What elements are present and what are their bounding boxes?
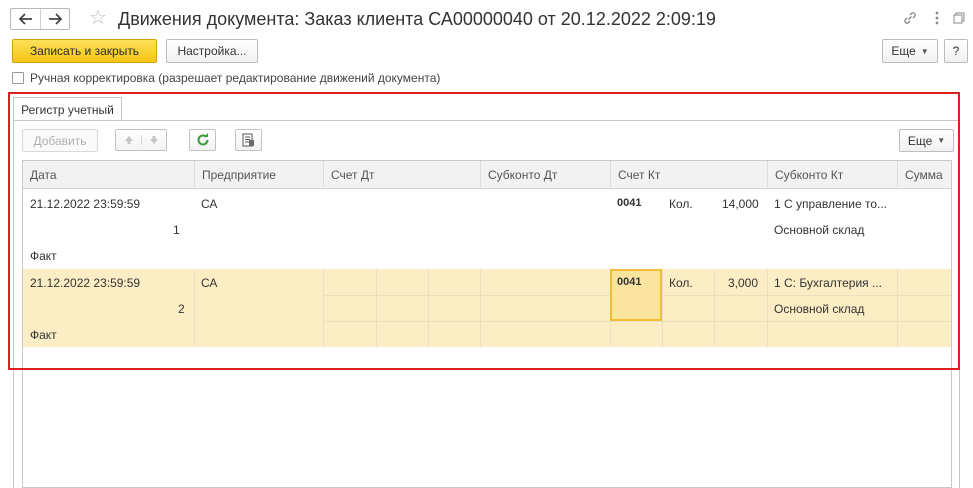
row-divider: [323, 321, 951, 322]
table-row[interactable]: 21.12.2022 23:59:59 1 Факт СА 0041 Кол. …: [23, 190, 951, 268]
row-divider: [767, 269, 768, 347]
row-subconto-kt-1: 1 С: Бухгалтерия ...: [774, 276, 882, 290]
register-more-label: Еще: [907, 133, 933, 148]
row-line-number: 1: [173, 223, 180, 237]
row-account-kt: 0041: [617, 197, 642, 209]
move-up-button[interactable]: [116, 135, 141, 145]
arrow-down-icon: [150, 136, 158, 144]
row-subconto-kt-2: Основной склад: [774, 302, 865, 316]
tab-divider: [13, 120, 960, 121]
col-account-kt[interactable]: Счет Кт: [610, 161, 767, 189]
link-icon[interactable]: [901, 9, 919, 27]
row-divider: [428, 269, 429, 347]
move-buttons: [115, 129, 167, 151]
row-qty: 14,000: [722, 197, 759, 211]
title-bar: ☆ Движения документа: Заказ клиента СА00…: [0, 0, 973, 36]
row-line-number: 2: [178, 302, 185, 316]
restore-icon[interactable]: [950, 9, 968, 27]
document-list-icon: [242, 133, 254, 147]
more-button[interactable]: Еще ▼: [882, 39, 938, 63]
manual-edit-row: Ручная корректировка (разрешает редактир…: [12, 71, 440, 85]
row-divider: [323, 269, 324, 347]
settings-button[interactable]: Настройка...: [166, 39, 258, 63]
row-enterprise: СА: [201, 197, 218, 211]
row-divider: [897, 269, 898, 347]
tab-register[interactable]: Регистр учетный: [13, 97, 122, 121]
row-divider: [376, 269, 377, 347]
col-amount[interactable]: Сумма: [897, 161, 951, 189]
row-subconto-kt-2: Основной склад: [774, 223, 865, 237]
chevron-down-icon: ▼: [937, 136, 946, 145]
col-subconto-kt[interactable]: Субконто Кт: [767, 161, 897, 189]
manual-edit-label[interactable]: Ручная корректировка (разрешает редактир…: [30, 71, 440, 85]
row-qty-label: Кол.: [669, 276, 693, 290]
refresh-icon: [197, 133, 208, 146]
window-title: Движения документа: Заказ клиента СА0000…: [118, 9, 716, 29]
row-qty-label: Кол.: [669, 197, 693, 211]
save-and-close-button[interactable]: Записать и закрыть: [12, 39, 157, 63]
register-table: Дата Предприятие Счет Дт Субконто Дт Сче…: [22, 160, 952, 488]
row-divider: [714, 269, 715, 347]
arrow-left-icon: [18, 13, 32, 25]
move-down-button[interactable]: [141, 135, 166, 145]
col-subconto-dt[interactable]: Субконто Дт: [480, 161, 610, 189]
chevron-down-icon: ▼: [920, 46, 929, 56]
star-icon[interactable]: ☆: [89, 7, 107, 29]
help-button[interactable]: ?: [944, 39, 968, 63]
row-enterprise: СА: [201, 276, 218, 290]
row-divider: [662, 269, 663, 347]
register-more-button[interactable]: Еще ▼: [899, 129, 954, 152]
row-divider: [480, 269, 481, 347]
row-qty: 3,000: [728, 276, 759, 290]
row-date: 21.12.2022 23:59:59: [30, 276, 141, 290]
navigation-buttons: [10, 8, 70, 30]
row-date: 21.12.2022 23:59:59: [30, 197, 141, 211]
table-header: Дата Предприятие Счет Дт Субконто Дт Сче…: [23, 161, 951, 189]
back-button[interactable]: [11, 9, 40, 29]
manual-edit-checkbox[interactable]: [12, 72, 24, 84]
row-type: Факт: [30, 328, 57, 342]
more-vertical-icon[interactable]: [928, 9, 946, 27]
more-button-label: Еще: [891, 44, 916, 58]
copy-movements-button[interactable]: [235, 129, 262, 151]
col-enterprise[interactable]: Предприятие: [194, 161, 323, 189]
row-account-kt[interactable]: 0041: [617, 275, 641, 289]
refresh-button[interactable]: [189, 129, 216, 151]
forward-button[interactable]: [40, 9, 69, 29]
arrow-right-icon: [49, 13, 62, 25]
col-account-dt[interactable]: Счет Дт: [323, 161, 480, 189]
panel-border-right: [959, 120, 960, 488]
row-divider: [194, 269, 195, 347]
arrow-up-icon: [124, 136, 133, 144]
col-date[interactable]: Дата: [23, 161, 194, 189]
row-subconto-kt-1: 1 С управление то...: [774, 197, 888, 211]
panel-border-left: [13, 120, 14, 488]
table-row-selected[interactable]: 21.12.2022 23:59:59 2 Факт СА 0041 Кол. …: [23, 269, 951, 347]
add-button[interactable]: Добавить: [22, 129, 98, 152]
row-type: Факт: [30, 249, 57, 263]
